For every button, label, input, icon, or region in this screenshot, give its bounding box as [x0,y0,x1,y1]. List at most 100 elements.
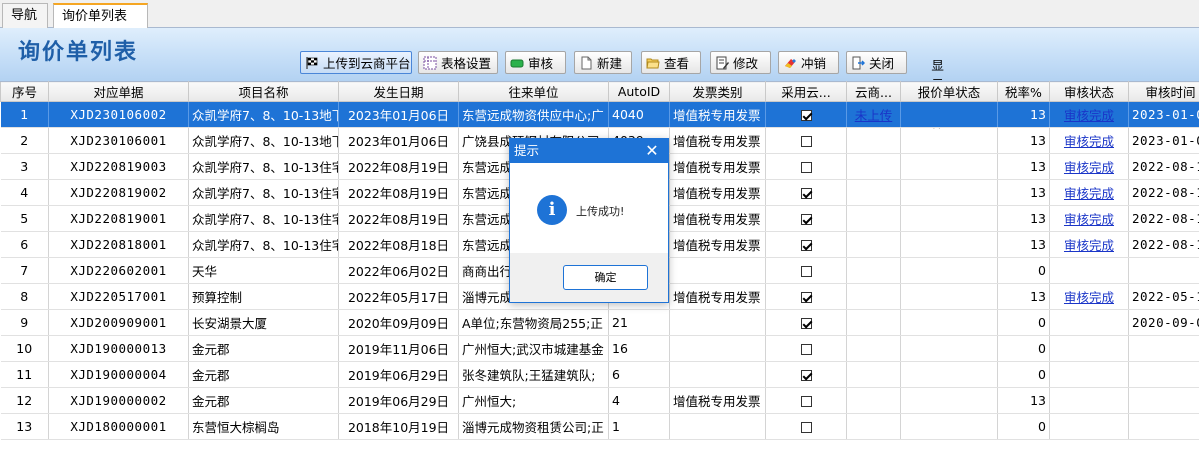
column-header[interactable]: 序号 [0,81,49,102]
checkbox-checked-icon[interactable] [800,370,812,381]
column-header[interactable]: 审核时间 [1128,81,1199,102]
cloud-checkbox-cell[interactable] [765,231,847,258]
audit-label: 审核 [528,56,554,71]
cloud-checkbox-cell[interactable] [765,127,847,154]
cloud-status-link[interactable]: 未上传 [855,108,893,123]
project-name-cell: 众凯学府7、8、10-13地下 [188,127,339,154]
ok-button[interactable]: 确定 [563,265,648,290]
row-number: 2 [0,127,49,154]
checkbox-checked-icon[interactable] [800,188,812,199]
invoice-type-cell [669,257,766,284]
checkbox-unchecked-icon[interactable] [800,344,812,355]
audit-time-cell: 2022-08-18 [1128,231,1199,258]
audit-status-link[interactable]: 审核完成 [1064,238,1114,253]
invoice-type-cell: 增值税专用发票 [669,283,766,310]
view-button[interactable]: 查看 [641,51,701,74]
quote-status-cell [900,335,998,362]
audit-status-link[interactable]: 审核完成 [1064,290,1114,305]
checkbox-checked-icon[interactable] [800,240,812,251]
audit-button[interactable]: 审核 [505,51,566,74]
checkbox-unchecked-icon[interactable] [800,422,812,433]
audit-status-cell[interactable]: 审核完成 [1049,127,1129,154]
audit-status-link[interactable]: 审核完成 [1064,108,1114,123]
close-icon[interactable]: ✕ [644,139,660,163]
audit-status-link[interactable]: 审核完成 [1064,212,1114,227]
cloud-checkbox-cell[interactable] [765,335,847,362]
close-button[interactable]: 关闭 [846,51,907,74]
checkbox-unchecked-icon[interactable] [800,396,812,407]
edit-button[interactable]: 修改 [710,51,771,74]
reverse-button[interactable]: 冲销 [778,51,839,74]
row-number: 8 [0,283,49,310]
audit-status-link[interactable]: 审核完成 [1064,134,1114,149]
column-header[interactable]: 采用云... [765,81,847,102]
info-icon: i [537,195,567,225]
cloud-checkbox-cell[interactable] [765,361,847,388]
audit-status-cell[interactable]: 审核完成 [1049,205,1129,232]
row-number: 7 [0,257,49,284]
audit-status-cell[interactable]: 审核完成 [1049,283,1129,310]
cloud-checkbox-cell[interactable] [765,205,847,232]
checkbox-unchecked-icon[interactable] [800,136,812,147]
invoice-type-cell: 增值税专用发票 [669,127,766,154]
cloud-checkbox-cell[interactable] [765,283,847,310]
audit-status-cell[interactable]: 审核完成 [1049,179,1129,206]
audit-status-link[interactable]: 审核完成 [1064,186,1114,201]
table-row[interactable]: 10 XJD190000013 金元郡 2019年11月06日 广州恒大;武汉市城建基金… [0,335,1199,362]
row-number: 11 [0,361,49,388]
invoice-type-cell: 增值税专用发票 [669,179,766,206]
column-header[interactable]: 税率% [997,81,1050,102]
invoice-type-cell [669,361,766,388]
tab-navigation[interactable]: 导航 [2,3,48,28]
column-header[interactable]: 对应单据 [48,81,189,102]
cloud-checkbox-cell[interactable] [765,413,847,440]
tax-rate-cell: 0 [997,309,1050,336]
cloud-checkbox-cell[interactable] [765,387,847,414]
autoid-cell: 4 [608,387,670,414]
table-row[interactable]: 1 XJD230106002 众凯学府7、8、10-13地下 2023年01月06日东… [0,101,1199,128]
checkbox-unchecked-icon[interactable] [800,266,812,277]
column-header[interactable]: 云商... [846,81,901,102]
date-cell: 2022年08月19日 [338,179,459,206]
tab-inquiry-list[interactable]: 询价单列表 [53,3,148,29]
checkbox-checked-icon[interactable] [800,110,812,121]
checkbox-checked-icon[interactable] [800,292,812,303]
checkbox-unchecked-icon[interactable] [800,162,812,173]
column-header[interactable]: 审核状态 [1049,81,1129,102]
checkbox-checked-icon[interactable] [800,318,812,329]
row-number: 5 [0,205,49,232]
invoice-type-cell [669,413,766,440]
table-row[interactable]: 11 XJD190000004 金元郡 2019年06月29日 张冬建筑队;王猛建筑队;… [0,361,1199,388]
column-header[interactable]: AutoID [608,81,670,102]
cloud-checkbox-cell[interactable] [765,153,847,180]
cloud-checkbox-cell[interactable] [765,179,847,206]
cloud-checkbox-cell[interactable] [765,101,847,128]
doc-number-cell: XJD190000013 [48,335,189,362]
cloud-checkbox-cell[interactable] [765,257,847,284]
cloud-status-cell[interactable]: 未上传 [846,101,901,128]
table-row[interactable]: 12 XJD190000002 金元郡 2019年06月29日 广州恒大; 4 增值税专用发… [0,387,1199,414]
edit-document-icon [715,56,729,70]
quote-status-cell [900,101,998,128]
upload-cloud-button[interactable]: 上传到云商平台 [300,51,412,74]
audit-status-link[interactable]: 审核完成 [1064,160,1114,175]
checkbox-checked-icon[interactable] [800,214,812,225]
close-label: 关闭 [869,56,895,71]
column-header[interactable]: 报价单状态 [900,81,998,102]
audit-status-cell[interactable]: 审核完成 [1049,153,1129,180]
audit-status-cell[interactable]: 审核完成 [1049,231,1129,258]
table-settings-button[interactable]: 表格设置 [418,51,498,74]
table-row[interactable]: 9 XJD200909001 长安湖景大厦 2020年09月09日 A单位;东营物资局2… [0,309,1199,336]
column-header[interactable]: 项目名称 [188,81,339,102]
cloud-checkbox-cell[interactable] [765,309,847,336]
table-row[interactable]: 13 XJD180000001 东营恒大棕榈岛 2018年10月19日 淄博元成物资租赁… [0,413,1199,440]
doc-number-cell: XJD190000004 [48,361,189,388]
column-header[interactable]: 发生日期 [338,81,459,102]
new-button[interactable]: 新建 [574,51,632,74]
audit-status-cell[interactable]: 审核完成 [1049,101,1129,128]
audit-time-cell: 2022-08-19 [1128,153,1199,180]
column-header[interactable]: 发票类别 [669,81,766,102]
invoice-type-cell: 增值税专用发票 [669,101,766,128]
column-header[interactable]: 往来单位 [458,81,609,102]
cloud-status-cell [846,283,901,310]
